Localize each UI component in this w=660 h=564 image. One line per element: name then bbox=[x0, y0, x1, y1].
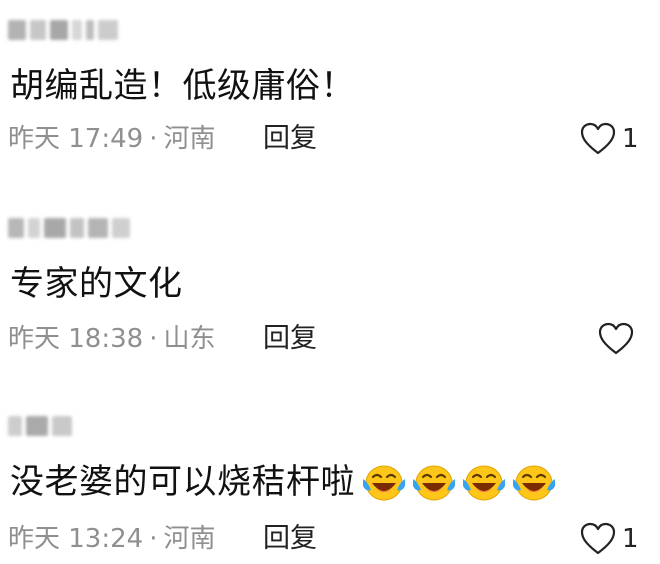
laugh-cry-emoji bbox=[463, 465, 505, 501]
comment-text-body: 没老婆的可以烧秸杆啦 bbox=[10, 462, 355, 502]
like-count: 1 bbox=[622, 124, 639, 154]
comment-location: 河南 bbox=[163, 524, 216, 554]
meta-separator: · bbox=[149, 324, 158, 354]
comment-location: 山东 bbox=[163, 324, 216, 354]
heart-icon bbox=[580, 122, 616, 155]
like-button[interactable]: 1 bbox=[580, 122, 639, 156]
comment-text: 没老婆的可以烧秸杆啦 bbox=[10, 462, 557, 502]
comment-meta: 昨天 13:24 · 河南 bbox=[8, 524, 215, 554]
meta-separator: · bbox=[149, 124, 158, 154]
like-count: 1 bbox=[622, 524, 639, 554]
comment-meta: 昨天 18:38 · 山东 bbox=[8, 324, 215, 354]
comment-location: 河南 bbox=[163, 124, 216, 154]
comment-time: 昨天 17:49 bbox=[8, 124, 144, 154]
reply-button[interactable]: 回复 bbox=[263, 124, 317, 154]
username-blurred[interactable] bbox=[8, 413, 72, 439]
username-blurred[interactable] bbox=[8, 17, 118, 43]
reply-button[interactable]: 回复 bbox=[263, 324, 317, 354]
heart-icon bbox=[598, 322, 634, 355]
comment-text: 专家的文化 bbox=[10, 264, 183, 304]
comment-time: 昨天 18:38 bbox=[8, 324, 144, 354]
like-button[interactable] bbox=[598, 322, 640, 356]
meta-separator: · bbox=[149, 524, 158, 554]
laugh-cry-emoji bbox=[363, 465, 405, 501]
heart-icon bbox=[580, 522, 616, 555]
emoji-row bbox=[357, 462, 557, 502]
laugh-cry-emoji bbox=[413, 465, 455, 501]
comment-text: 胡编乱造！低级庸俗！ bbox=[10, 66, 355, 106]
comment-time: 昨天 13:24 bbox=[8, 524, 144, 554]
like-button[interactable]: 1 bbox=[580, 522, 639, 556]
laugh-cry-emoji bbox=[513, 465, 555, 501]
comment-meta: 昨天 17:49 · 河南 bbox=[8, 124, 215, 154]
username-blurred[interactable] bbox=[8, 215, 130, 241]
reply-button[interactable]: 回复 bbox=[263, 524, 317, 554]
